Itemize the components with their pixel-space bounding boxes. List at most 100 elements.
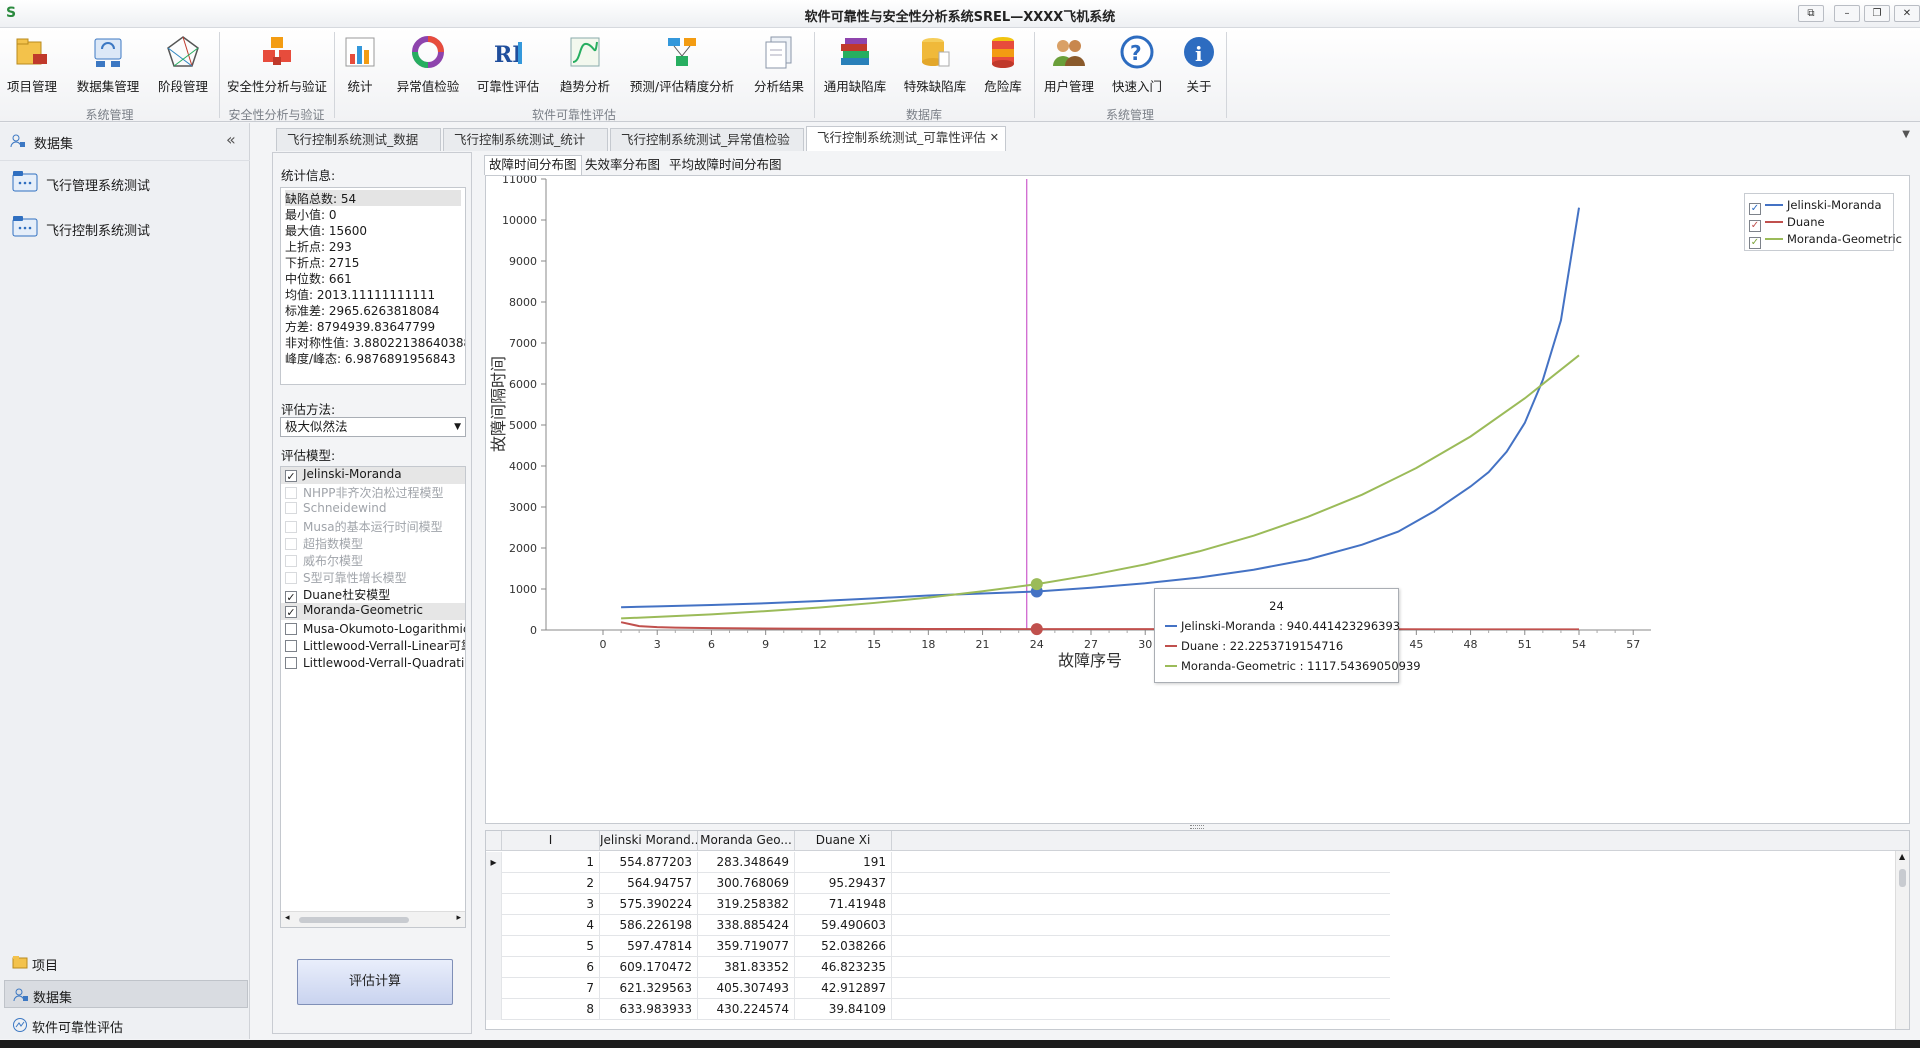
trend-analysis-button[interactable]: 趋势分析 xyxy=(556,30,614,106)
table-cell[interactable]: 586.226198 xyxy=(600,915,698,936)
checkbox-unchecked[interactable] xyxy=(285,657,297,669)
tab-failure-rate[interactable]: 失效率分布图 xyxy=(580,155,665,175)
tab-list-dropdown-icon[interactable]: ▼ xyxy=(1902,129,1910,140)
stats-textbox[interactable]: 缺陷总数: 54 最小值: 0 最大值: 15600 上折点: 293 下折点:… xyxy=(280,187,466,385)
tab-close-icon[interactable]: ✕ xyxy=(990,127,999,148)
table-cell[interactable]: 52.038266 xyxy=(795,936,892,957)
table-cell[interactable]: 338.885424 xyxy=(698,915,795,936)
model-item[interactable]: ✓ Duane杜安模型 xyxy=(281,586,465,603)
table-cell[interactable]: 42.912897 xyxy=(795,978,892,999)
special-defect-db-button[interactable]: 特殊缺陷库 xyxy=(900,30,970,106)
scroll-thumb[interactable] xyxy=(1899,869,1906,887)
row-indicator[interactable] xyxy=(486,915,502,936)
table-row[interactable]: 5 597.47814 359.719077 52.038266 xyxy=(486,936,1390,957)
dataset-manage-button[interactable]: 数据集管理 xyxy=(72,30,144,106)
prediction-accuracy-button[interactable]: 预测/评估精度分析 xyxy=(626,30,738,106)
table-cell[interactable]: 319.258382 xyxy=(698,894,795,915)
column-header-mg[interactable]: Moranda Geo... xyxy=(698,831,795,851)
table-cell[interactable]: 283.348649 xyxy=(698,852,795,873)
row-indicator[interactable] xyxy=(486,957,502,978)
table-cell[interactable]: 191 xyxy=(795,852,892,873)
bottom-nav-reliability[interactable]: 软件可靠性评估 xyxy=(4,1011,248,1039)
project-manage-button[interactable]: 项目管理 xyxy=(2,30,62,106)
table-row[interactable]: 3 575.390224 319.258382 71.41948 xyxy=(486,894,1390,915)
method-select[interactable]: 极大似然法 ▼ xyxy=(280,417,466,437)
model-item[interactable]: Littlewood-Verrall-Quadratic可靠 xyxy=(281,654,465,671)
danger-db-button[interactable]: 危险库 xyxy=(978,30,1028,106)
collapse-icon[interactable]: « xyxy=(226,130,236,149)
column-header-i[interactable]: I xyxy=(502,831,600,851)
evaluate-button[interactable]: 评估计算 xyxy=(297,959,453,1005)
nav-item-flight-management[interactable]: 飞行管理系统测试 xyxy=(6,163,246,201)
tab-mtbf[interactable]: 平均故障时间分布图 xyxy=(664,155,787,175)
table-cell[interactable]: 1 xyxy=(502,852,600,873)
bottom-nav-dataset[interactable]: 数据集 xyxy=(4,980,248,1008)
common-defect-db-button[interactable]: 通用缺陷库 xyxy=(820,30,890,106)
user-manage-button[interactable]: 用户管理 xyxy=(1040,30,1098,106)
table-cell[interactable]: 564.94757 xyxy=(600,873,698,894)
table-cell[interactable]: 5 xyxy=(502,936,600,957)
table-cell[interactable]: 633.983933 xyxy=(600,999,698,1020)
table-row[interactable]: 4 586.226198 338.885424 59.490603 xyxy=(486,915,1390,936)
scroll-up-icon[interactable]: ▲ xyxy=(1899,852,1905,861)
legend-item-duane[interactable]: ✓ Duane xyxy=(1749,215,1825,232)
model-item[interactable]: Littlewood-Verrall-Linear可靠性 xyxy=(281,637,465,654)
table-cell[interactable]: 554.877203 xyxy=(600,852,698,873)
row-indicator[interactable] xyxy=(486,936,502,957)
table-row[interactable]: ▸ 1 554.877203 283.348649 191 xyxy=(486,852,1390,873)
row-indicator[interactable] xyxy=(486,978,502,999)
legend-checkbox[interactable]: ✓ xyxy=(1749,203,1761,215)
checkbox-unchecked[interactable] xyxy=(285,623,297,635)
table-cell[interactable]: 4 xyxy=(502,915,600,936)
table-row[interactable]: 8 633.983933 430.224574 39.84109 xyxy=(486,999,1390,1020)
splitter-grip[interactable] xyxy=(1190,825,1204,829)
legend-item-jm[interactable]: ✓ Jelinski-Moranda xyxy=(1749,198,1882,215)
phase-manage-button[interactable]: 阶段管理 xyxy=(152,30,214,106)
quick-start-button[interactable]: ? 快速入门 xyxy=(1108,30,1166,106)
tab-statistics[interactable]: 飞行控制系统测试_统计 xyxy=(443,128,608,151)
table-cell[interactable]: 71.41948 xyxy=(795,894,892,915)
tab-anomaly[interactable]: 飞行控制系统测试_异常值检验 xyxy=(610,128,804,151)
checkbox-checked[interactable]: ✓ xyxy=(285,606,297,618)
table-cell[interactable]: 59.490603 xyxy=(795,915,892,936)
table-row[interactable]: 6 609.170472 381.83352 46.823235 xyxy=(486,957,1390,978)
column-header-duane[interactable]: Duane Xi xyxy=(795,831,892,851)
tab-reliability-eval[interactable]: 飞行控制系统测试_可靠性评估 ✕ xyxy=(806,126,1006,151)
table-row[interactable]: 7 621.329563 405.307493 42.912897 xyxy=(486,978,1390,999)
analysis-results-button[interactable]: 分析结果 xyxy=(748,30,810,106)
table-cell[interactable]: 597.47814 xyxy=(600,936,698,957)
restore-layout-icon[interactable]: ⧉ xyxy=(1798,5,1824,22)
scroll-left-icon[interactable]: ◂ xyxy=(285,913,290,923)
row-indicator[interactable] xyxy=(486,873,502,894)
row-indicator[interactable] xyxy=(486,999,502,1020)
model-item[interactable]: ✓ Jelinski-Moranda xyxy=(281,467,465,484)
statistics-button[interactable]: 统计 xyxy=(340,30,380,106)
tab-data[interactable]: 飞行控制系统测试_数据 xyxy=(276,128,441,151)
checkbox-checked[interactable]: ✓ xyxy=(285,591,297,603)
table-cell[interactable]: 8 xyxy=(502,999,600,1020)
maximize-button[interactable]: ❐ xyxy=(1864,5,1890,22)
table-cell[interactable]: 359.719077 xyxy=(698,936,795,957)
model-item[interactable]: Musa-Okumoto-Logarithmic泊 xyxy=(281,620,465,637)
chart-area[interactable]: 0 1000 2000 3000 4000 5000 6000 7000 8000 9000 100… xyxy=(485,175,1910,824)
table-cell[interactable]: 95.29437 xyxy=(795,873,892,894)
minimize-button[interactable]: – xyxy=(1834,5,1860,22)
table-cell[interactable]: 3 xyxy=(502,894,600,915)
legend-checkbox[interactable]: ✓ xyxy=(1749,220,1761,232)
scroll-right-icon[interactable]: ▸ xyxy=(456,913,461,923)
anomaly-check-button[interactable]: 异常值检验 xyxy=(392,30,464,106)
table-cell[interactable]: 621.329563 xyxy=(600,978,698,999)
table-cell[interactable]: 609.170472 xyxy=(600,957,698,978)
table-cell[interactable]: 300.768069 xyxy=(698,873,795,894)
bottom-nav-project[interactable]: 项目 xyxy=(4,949,248,977)
legend-checkbox[interactable]: ✓ xyxy=(1749,237,1761,249)
model-item[interactable]: ✓ Moranda-Geometric xyxy=(281,603,465,620)
safety-analysis-button[interactable]: 安全性分析与验证 xyxy=(224,30,330,106)
table-cell[interactable]: 7 xyxy=(502,978,600,999)
reliability-eval-button[interactable]: RI 可靠性评估 xyxy=(472,30,544,106)
table-cell[interactable]: 430.224574 xyxy=(698,999,795,1020)
table-cell[interactable]: 46.823235 xyxy=(795,957,892,978)
checkbox-checked[interactable]: ✓ xyxy=(285,470,297,482)
row-indicator[interactable]: ▸ xyxy=(486,852,502,873)
legend-item-mg[interactable]: ✓ Moranda-Geometric xyxy=(1749,232,1902,249)
